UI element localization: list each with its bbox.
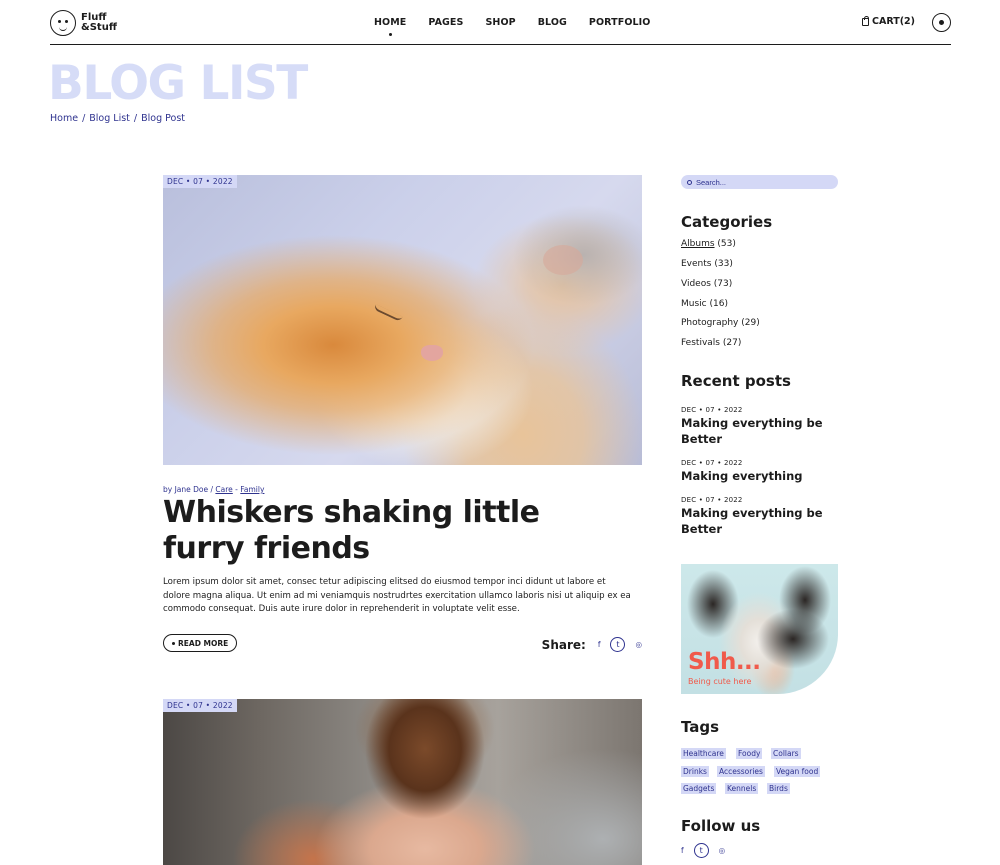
read-more-label: READ MORE [178, 638, 229, 648]
category-count: (16) [709, 299, 728, 309]
recent-post-date: DEC • 07 • 2022 [681, 496, 743, 504]
tag-drinks[interactable]: Drinks [681, 766, 709, 777]
share-label: Share: [541, 637, 586, 652]
cat-paw [543, 245, 583, 275]
twitter-icon[interactable]: t [693, 843, 709, 858]
cart-label: CART(2) [872, 16, 915, 27]
blog-post: DEC • 07 • 2022 [163, 699, 642, 865]
promo-subtitle: Being cute here [688, 677, 752, 686]
category-name: Events [681, 259, 712, 269]
nav-pages[interactable]: PAGES [428, 17, 463, 28]
breadcrumb-separator: / [133, 113, 138, 124]
recent-post-title: Making everything be Better [681, 506, 823, 536]
recent-post-title: Making everything [681, 469, 803, 483]
post-excerpt: Lorem ipsum dolor sit amet, consec tetur… [163, 577, 631, 614]
category-name: Festivals [681, 338, 720, 348]
category-count: (29) [741, 318, 760, 328]
dribbble-icon[interactable]: ◎ [635, 640, 642, 649]
tag-healthcare[interactable]: Healthcare [681, 748, 726, 759]
category-name: Music [681, 299, 707, 309]
category-music[interactable]: Music (16) [681, 299, 728, 309]
recent-post[interactable]: DEC • 07 • 2022 Making everything be Bet… [681, 406, 838, 447]
recent-post[interactable]: DEC • 07 • 2022 Making everything be Bet… [681, 496, 838, 537]
facebook-icon[interactable]: f [598, 640, 601, 649]
nav-blog[interactable]: BLOG [538, 17, 567, 28]
category-count: (33) [714, 259, 733, 269]
shopping-bag-icon [862, 15, 869, 26]
category-count: (27) [722, 338, 742, 348]
tag-kennels[interactable]: Kennels [725, 783, 759, 794]
logo[interactable]: Fluff &Stuff [50, 10, 117, 36]
facebook-icon[interactable]: f [681, 846, 684, 855]
main-nav: HOME PAGES SHOP BLOG PORTFOLIO [374, 17, 651, 36]
dog-face-logo-icon [50, 10, 76, 36]
post-byline: by Jane Doe / Care - Family [163, 485, 264, 494]
breadcrumb-blog-post[interactable]: Blog Post [141, 113, 185, 124]
date-badge: DEC • 07 • 2022 [163, 175, 237, 188]
twitter-icon[interactable]: t [610, 637, 626, 652]
recent-post[interactable]: DEC • 07 • 2022 Making everything [681, 459, 838, 485]
recent-post-title: Making everything be Better [681, 416, 823, 446]
category-name: Videos [681, 279, 711, 289]
cat-eye [373, 303, 403, 323]
tag-birds[interactable]: Birds [767, 783, 790, 794]
tag-vegan-food[interactable]: Vegan food [774, 766, 821, 777]
recent-post-date: DEC • 07 • 2022 [681, 459, 743, 467]
follow-us-heading: Follow us [681, 817, 761, 835]
recent-posts-heading: Recent posts [681, 372, 791, 390]
nav-home[interactable]: HOME [374, 17, 406, 36]
post-image[interactable]: DEC • 07 • 2022 [163, 699, 642, 865]
category-link-family[interactable]: Family [240, 485, 264, 494]
breadcrumb-blog-list[interactable]: Blog List [89, 113, 130, 124]
category-count: (53) [717, 239, 736, 249]
nav-shop[interactable]: SHOP [485, 17, 515, 28]
breadcrumb-separator: / [82, 113, 86, 124]
category-festivals[interactable]: Festivals (27) [681, 338, 741, 348]
search-input[interactable] [696, 177, 826, 187]
site-header: Fluff &Stuff HOME PAGES SHOP BLOG PORTFO… [50, 0, 951, 45]
tag-accessories[interactable]: Accessories [717, 766, 765, 777]
page-title: BLOG LIST [48, 56, 308, 111]
dribbble-icon[interactable]: ◎ [719, 846, 726, 855]
promo-title: Shh... [688, 649, 761, 675]
tag-collars[interactable]: Collars [771, 748, 801, 759]
category-name: Photography [681, 318, 739, 328]
categories-heading: Categories [681, 213, 773, 231]
breadcrumb-home[interactable]: Home [50, 113, 78, 124]
category-events[interactable]: Events (33) [681, 259, 733, 269]
category-videos[interactable]: Videos (73) [681, 279, 732, 289]
tag-gadgets[interactable]: Gadgets [681, 783, 717, 794]
cat-nose [421, 345, 443, 361]
byline-author: by Jane Doe / [163, 485, 216, 494]
post-title[interactable]: Whiskers shaking little furry friends [163, 495, 563, 567]
category-name: Albums [681, 239, 715, 249]
category-albums[interactable]: Albums (53) [681, 239, 736, 249]
cart-button[interactable]: CART(2) [862, 15, 915, 27]
nav-portfolio[interactable]: PORTFOLIO [589, 17, 651, 28]
tags-heading: Tags [681, 718, 720, 736]
tag-foody[interactable]: Foody [736, 748, 763, 759]
recent-post-date: DEC • 07 • 2022 [681, 406, 743, 414]
blog-post: DEC • 07 • 2022 by Jane Doe / Care - Fam… [163, 175, 642, 655]
breadcrumb: Home / Blog List / Blog Post [50, 113, 185, 124]
search-icon [687, 179, 692, 185]
share-bar: Share: f t ◎ [542, 637, 642, 652]
post-image[interactable]: DEC • 07 • 2022 [163, 175, 642, 465]
read-more-button[interactable]: READ MORE [163, 634, 238, 652]
woman-with-dog-photo-icon [163, 699, 642, 865]
sleeping-cat-photo-icon [163, 175, 642, 465]
category-photography[interactable]: Photography (29) [681, 318, 760, 328]
search-bar [681, 175, 838, 189]
category-link-care[interactable]: Care [215, 485, 232, 494]
follow-social-bar: f t ◎ [681, 843, 725, 858]
theme-toggle-icon[interactable] [932, 13, 951, 32]
promo-banner[interactable]: Shh... Being cute here [681, 564, 838, 694]
category-count: (73) [713, 279, 733, 289]
date-badge: DEC • 07 • 2022 [163, 699, 237, 712]
logo-text: Fluff &Stuff [81, 12, 117, 33]
